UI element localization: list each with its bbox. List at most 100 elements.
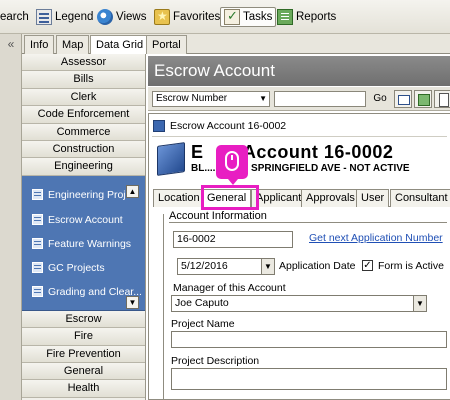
document-icon[interactable]	[434, 90, 450, 108]
section-divider	[169, 222, 447, 223]
form-tabs: Location General Applicant Approvals Use…	[153, 189, 450, 208]
divider	[152, 136, 447, 137]
toolbar-views-label: Views	[116, 11, 147, 23]
category-escrow[interactable]: Escrow	[22, 310, 145, 329]
favorites-icon	[154, 9, 170, 25]
application-date-value: 5/12/2016	[181, 260, 228, 272]
record-icon	[153, 120, 165, 132]
manager-select[interactable]: Joe Caputo ▼	[171, 295, 427, 312]
category-bills[interactable]: Bills	[22, 71, 145, 89]
tab-consultant[interactable]: Consultant	[390, 189, 450, 207]
toolbar-tasks-button[interactable]: Tasks	[220, 7, 277, 27]
application-date-label: Application Date	[279, 260, 356, 272]
tab-applicant[interactable]: Applicant	[251, 189, 307, 207]
sublist-item-label: Escrow Account	[48, 213, 123, 226]
reports-icon	[277, 9, 293, 25]
category-fire[interactable]: Fire	[22, 328, 145, 346]
print-icon[interactable]	[414, 90, 432, 108]
click-indicator	[216, 145, 248, 185]
toolbar-reports-button[interactable]: Reports	[274, 7, 339, 27]
manager-label: Manager of this Account	[173, 282, 286, 294]
search-field-select[interactable]: Escrow Number ▼	[152, 91, 270, 107]
category-list: Assessor Bills Clerk Code Enforcement Co…	[22, 54, 145, 400]
form-icon	[32, 189, 43, 201]
sublist-item-gc-projects[interactable]: GC Projects	[32, 260, 105, 276]
mouse-icon	[225, 151, 239, 171]
toolbar-favorites-button[interactable]: Favorites	[151, 7, 223, 27]
form-active-checkbox[interactable]: ✓	[362, 260, 373, 271]
toolbar-reports-label: Reports	[296, 11, 337, 23]
page-title: Escrow Account	[148, 56, 450, 86]
category-general[interactable]: General	[22, 362, 145, 381]
project-name-label: Project Name	[171, 318, 235, 330]
sublist-item-engineering-projects[interactable]: Engineering Proje	[32, 187, 131, 203]
sublist-item-escrow-account[interactable]: Escrow Account	[32, 212, 123, 228]
tab-location[interactable]: Location	[153, 189, 205, 207]
get-next-application-number-link[interactable]: Get next Application Number	[309, 232, 443, 244]
search-input[interactable]	[274, 91, 366, 107]
category-code-enforcement[interactable]: Code Enforcement	[22, 106, 145, 124]
form-active-label: Form is Active	[378, 260, 444, 272]
record-title-suffix: w Account 16-0002	[223, 142, 394, 162]
toolbar-favorites-label: Favorites	[173, 11, 221, 23]
category-health[interactable]: Health	[22, 380, 145, 398]
category-assessor[interactable]: Assessor	[22, 54, 145, 72]
section-title: Account Information	[169, 210, 267, 222]
tab-portal[interactable]: Portal	[146, 35, 187, 54]
sublist-item-label: Engineering Proje	[48, 188, 132, 201]
account-number-field[interactable]: 16-0002	[173, 231, 293, 248]
form-icon	[32, 214, 43, 226]
toolbar-search-label: earch	[0, 11, 29, 23]
category-construction[interactable]: Construction	[22, 140, 145, 159]
form-icon	[32, 238, 43, 250]
toolbar-legend-label: Legend	[55, 11, 94, 23]
scroll-up-arrow-icon[interactable]: ▲	[126, 184, 139, 198]
toolbar-tasks-label: Tasks	[243, 11, 273, 23]
chevron-down-icon[interactable]: ▼	[261, 259, 274, 274]
record-search-bar: Escrow Number ▼ Go	[148, 87, 450, 111]
record-id-row: Escrow Account 16-0002	[153, 118, 286, 134]
application-date-field[interactable]: 5/12/2016 ▼	[177, 258, 275, 275]
category-commerce[interactable]: Commerce	[22, 123, 145, 141]
category-fire-prevention[interactable]: Fire Prevention	[22, 345, 145, 363]
chevron-down-icon[interactable]: ▼	[413, 296, 426, 311]
engineering-sublist: Engineering Proje Escrow Account Feature…	[22, 175, 145, 311]
chevron-down-icon: ▼	[259, 94, 267, 103]
record-title-prefix: E	[191, 142, 204, 162]
category-engineering[interactable]: Engineering	[22, 158, 145, 176]
sublist-item-feature-warnings[interactable]: Feature Warnings	[32, 236, 131, 252]
toolbar-views-button[interactable]: Views	[94, 7, 149, 27]
scroll-down-arrow-icon[interactable]: ▼	[126, 295, 139, 309]
tab-map[interactable]: Map	[56, 35, 90, 54]
project-description-field[interactable]	[171, 368, 447, 390]
form-icon	[32, 286, 43, 298]
top-toolbar: earch Legend Views Favorites Tasks Repor…	[0, 0, 450, 34]
record-form: Escrow Account 16-0002 Ew Account 16-000…	[148, 113, 450, 400]
toolbar-legend-button[interactable]: Legend	[33, 7, 96, 27]
tab-data-grid[interactable]: Data Grid	[90, 35, 150, 55]
manager-value: Joe Caputo	[175, 297, 229, 309]
project-description-label: Project Description	[171, 355, 260, 367]
go-button[interactable]: Go	[370, 91, 390, 107]
calendar-icon[interactable]	[394, 90, 412, 108]
main-panel: Escrow Account Escrow Number ▼ Go Escrow…	[145, 54, 450, 400]
form-icon	[32, 262, 43, 274]
tab-info[interactable]: Info	[24, 35, 55, 54]
tasks-icon	[224, 8, 240, 25]
tab-approvals[interactable]: Approvals	[301, 189, 360, 207]
left-collapse-strip: «	[0, 34, 22, 400]
category-clerk[interactable]: Clerk	[22, 88, 145, 107]
collapse-panel-icon[interactable]: «	[2, 36, 20, 52]
legend-icon	[36, 9, 52, 25]
record-id-text: Escrow Account 16-0002	[170, 120, 287, 132]
search-field-value: Escrow Number	[156, 93, 228, 104]
globe-icon	[97, 9, 113, 25]
panel-tabs: Info Map Data Grid Portal	[22, 34, 450, 55]
section-border	[163, 214, 164, 400]
escrow-account-icon	[157, 142, 185, 176]
tab-user[interactable]: User	[356, 189, 390, 207]
sublist-item-label: GC Projects	[48, 261, 105, 274]
project-name-field[interactable]	[171, 331, 447, 348]
toolbar-search-button[interactable]: earch	[0, 7, 32, 27]
tab-highlight-box	[201, 185, 259, 210]
